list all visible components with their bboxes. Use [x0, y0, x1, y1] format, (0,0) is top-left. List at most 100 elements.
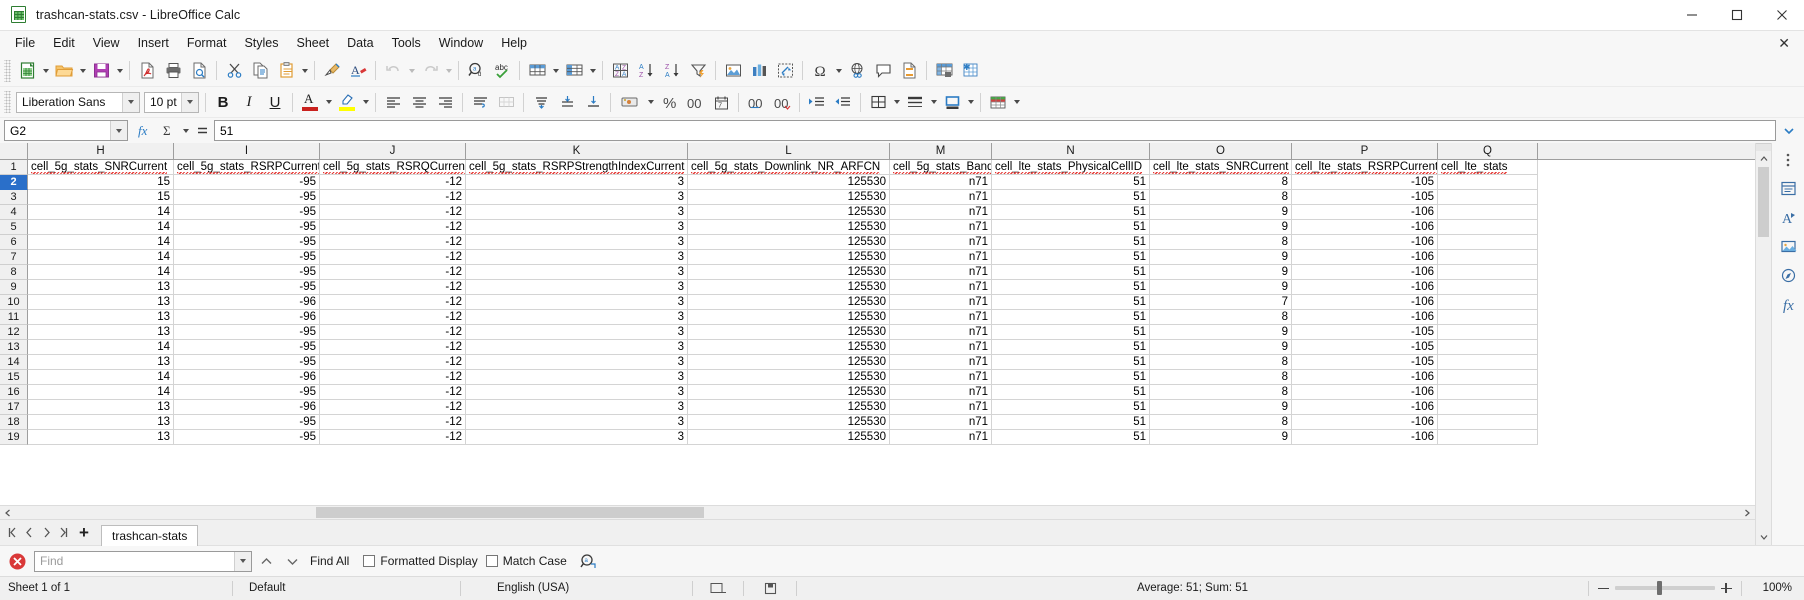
data-cell[interactable]: -106 [1292, 220, 1438, 235]
data-cell[interactable]: -12 [320, 400, 466, 415]
bar-chart-icon[interactable] [746, 58, 772, 84]
insert-column-icon[interactable] [561, 58, 587, 84]
percent-icon[interactable]: % [656, 89, 682, 115]
data-cell[interactable]: -106 [1292, 295, 1438, 310]
row-header-4[interactable]: 4 [0, 205, 28, 220]
data-cell[interactable] [1438, 370, 1538, 385]
sum-sigma-icon[interactable]: Σ [157, 119, 180, 142]
font-size-dropdown-icon[interactable] [181, 93, 198, 112]
data-cell[interactable]: 3 [466, 205, 688, 220]
data-cell[interactable]: 3 [466, 250, 688, 265]
menu-view[interactable]: View [84, 33, 129, 53]
menu-tools[interactable]: Tools [383, 33, 430, 53]
data-cell[interactable]: 3 [466, 430, 688, 445]
open-dropdown-icon[interactable] [77, 58, 88, 84]
column-header-I[interactable]: I [174, 143, 320, 159]
data-cell[interactable]: 8 [1150, 235, 1292, 250]
last-sheet-icon[interactable] [55, 523, 72, 543]
merge-cells-icon[interactable] [493, 89, 519, 115]
find-next-icon[interactable] [280, 549, 304, 573]
new-dropdown-icon[interactable] [40, 58, 51, 84]
row-header-19[interactable]: 19 [0, 430, 28, 445]
data-cell[interactable]: -12 [320, 385, 466, 400]
data-cell[interactable]: -95 [174, 205, 320, 220]
vscroll-split-handle[interactable] [1756, 143, 1771, 151]
data-cell[interactable]: 125530 [688, 235, 890, 250]
match-case-checkbox-box[interactable] [486, 555, 498, 567]
data-cell[interactable]: n71 [890, 325, 992, 340]
data-cell[interactable]: 15 [28, 175, 174, 190]
omega-icon[interactable]: Ω [807, 58, 833, 84]
vscroll-down-arrow-icon[interactable] [1756, 529, 1771, 545]
border-style-icon[interactable] [902, 89, 928, 115]
data-cell[interactable]: 51 [992, 235, 1150, 250]
column-header-P[interactable]: P [1292, 143, 1438, 159]
data-cell[interactable]: 9 [1150, 340, 1292, 355]
data-cell[interactable]: 125530 [688, 205, 890, 220]
data-cell[interactable]: 51 [992, 370, 1150, 385]
globe-link-icon[interactable] [844, 58, 870, 84]
data-cell[interactable]: 13 [28, 280, 174, 295]
data-cell[interactable]: -106 [1292, 370, 1438, 385]
find-previous-icon[interactable] [254, 549, 278, 573]
data-cell[interactable]: 125530 [688, 325, 890, 340]
data-cell[interactable]: 9 [1150, 205, 1292, 220]
align-bottom-icon[interactable] [580, 89, 606, 115]
bold-button[interactable]: B [210, 89, 236, 115]
language-status[interactable]: English (USA) [461, 577, 692, 600]
align-middle-icon[interactable] [554, 89, 580, 115]
data-cell[interactable]: -106 [1292, 265, 1438, 280]
data-cell[interactable]: n71 [890, 235, 992, 250]
data-cell[interactable]: -12 [320, 370, 466, 385]
data-cell[interactable]: -12 [320, 355, 466, 370]
sidebar-functions-icon[interactable]: fx [1775, 291, 1802, 318]
data-cell[interactable]: 51 [992, 175, 1150, 190]
data-cell[interactable]: 3 [466, 355, 688, 370]
data-cell[interactable]: 125530 [688, 385, 890, 400]
align-left-icon[interactable] [380, 89, 406, 115]
menu-insert[interactable]: Insert [129, 33, 178, 53]
wrap-text-icon[interactable] [467, 89, 493, 115]
insert-row-icon[interactable] [524, 58, 550, 84]
data-cell[interactable]: 51 [992, 355, 1150, 370]
data-cell[interactable] [1438, 415, 1538, 430]
data-cell[interactable]: -95 [174, 220, 320, 235]
font-name-combo[interactable]: Liberation Sans [16, 92, 140, 113]
data-cell[interactable]: 125530 [688, 370, 890, 385]
data-cell[interactable]: n71 [890, 385, 992, 400]
data-cell[interactable]: n71 [890, 400, 992, 415]
data-cell[interactable]: -105 [1292, 340, 1438, 355]
print-area-icon[interactable]: ✱ [957, 58, 983, 84]
vscroll-up-arrow-icon[interactable] [1756, 151, 1771, 167]
data-cell[interactable]: -12 [320, 190, 466, 205]
vscroll-track[interactable] [1756, 167, 1771, 529]
scissors-icon[interactable] [221, 58, 247, 84]
data-cell[interactable]: n71 [890, 220, 992, 235]
freeze-panes-icon[interactable] [931, 58, 957, 84]
data-cell[interactable]: 13 [28, 325, 174, 340]
row-header-8[interactable]: 8 [0, 265, 28, 280]
column-header-H[interactable]: H [28, 143, 174, 159]
previous-sheet-icon[interactable] [21, 523, 38, 543]
formula-input[interactable]: 51 [214, 120, 1776, 141]
column-label-cell[interactable]: cell_5g_stats_RSRPCurrent [174, 160, 320, 175]
data-cell[interactable]: -106 [1292, 250, 1438, 265]
highlight-color-dropdown-icon[interactable] [360, 89, 371, 115]
data-cell[interactable]: 8 [1150, 355, 1292, 370]
column-header-N[interactable]: N [992, 143, 1150, 159]
find-input[interactable]: Find [34, 551, 252, 572]
data-cell[interactable] [1438, 190, 1538, 205]
data-cell[interactable]: 125530 [688, 175, 890, 190]
data-cell[interactable] [1438, 325, 1538, 340]
new-spreadsheet-icon[interactable] [14, 58, 40, 84]
data-cell[interactable]: 51 [992, 265, 1150, 280]
row-header-6[interactable]: 6 [0, 235, 28, 250]
row-header-9[interactable]: 9 [0, 280, 28, 295]
sheet-tab-trashcan-stats[interactable]: trashcan-stats [101, 525, 198, 546]
data-cell[interactable]: 9 [1150, 220, 1292, 235]
add-decimal-icon[interactable]: 00 [743, 89, 769, 115]
data-cell[interactable]: 3 [466, 400, 688, 415]
next-sheet-icon[interactable] [38, 523, 55, 543]
data-cell[interactable]: -12 [320, 175, 466, 190]
menu-data[interactable]: Data [338, 33, 382, 53]
